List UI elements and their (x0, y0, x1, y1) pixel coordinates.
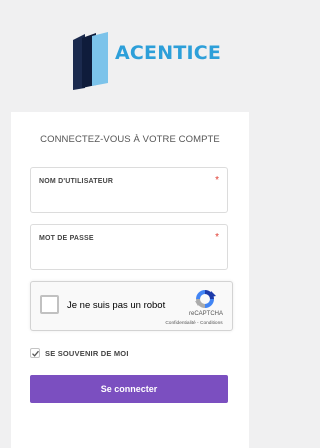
logo-mark-icon (73, 32, 108, 90)
remember-me-label: SE SOUVENIR DE MOI (45, 348, 129, 358)
password-required-marker: * (215, 232, 219, 243)
brand-logo: ACENTICE (70, 30, 221, 92)
recaptcha-icon (195, 290, 216, 308)
login-card: CONNECTEZ-VOUS À VOTRE COMPTE NOM D'UTIL… (11, 112, 249, 448)
recaptcha-checkbox[interactable] (40, 295, 59, 314)
recaptcha-privacy-links[interactable]: Confidentialité - Conditions (155, 321, 233, 326)
password-field[interactable]: MOT DE PASSE * (30, 224, 228, 270)
username-field[interactable]: NOM D'UTILISATEUR * (30, 167, 228, 213)
remember-me-checkbox[interactable] (30, 348, 40, 358)
recaptcha-brand: reCAPTCHA (188, 311, 223, 317)
password-input[interactable] (37, 250, 221, 264)
login-heading: CONNECTEZ-VOUS À VOTRE COMPTE (40, 134, 220, 145)
checkmark-icon (32, 350, 39, 357)
recaptcha-widget: Je ne suis pas un robot reCAPTCHA Confid… (30, 281, 233, 331)
remember-me[interactable]: SE SOUVENIR DE MOI (30, 347, 129, 359)
recaptcha-label: Je ne suis pas un robot (67, 300, 166, 311)
login-submit-button[interactable]: Se connecter (30, 375, 228, 403)
password-label: MOT DE PASSE (39, 235, 94, 242)
username-required-marker: * (215, 175, 219, 186)
brand-name: ACENTICE (115, 42, 222, 64)
username-label: NOM D'UTILISATEUR (39, 178, 114, 185)
username-input[interactable] (37, 193, 221, 207)
